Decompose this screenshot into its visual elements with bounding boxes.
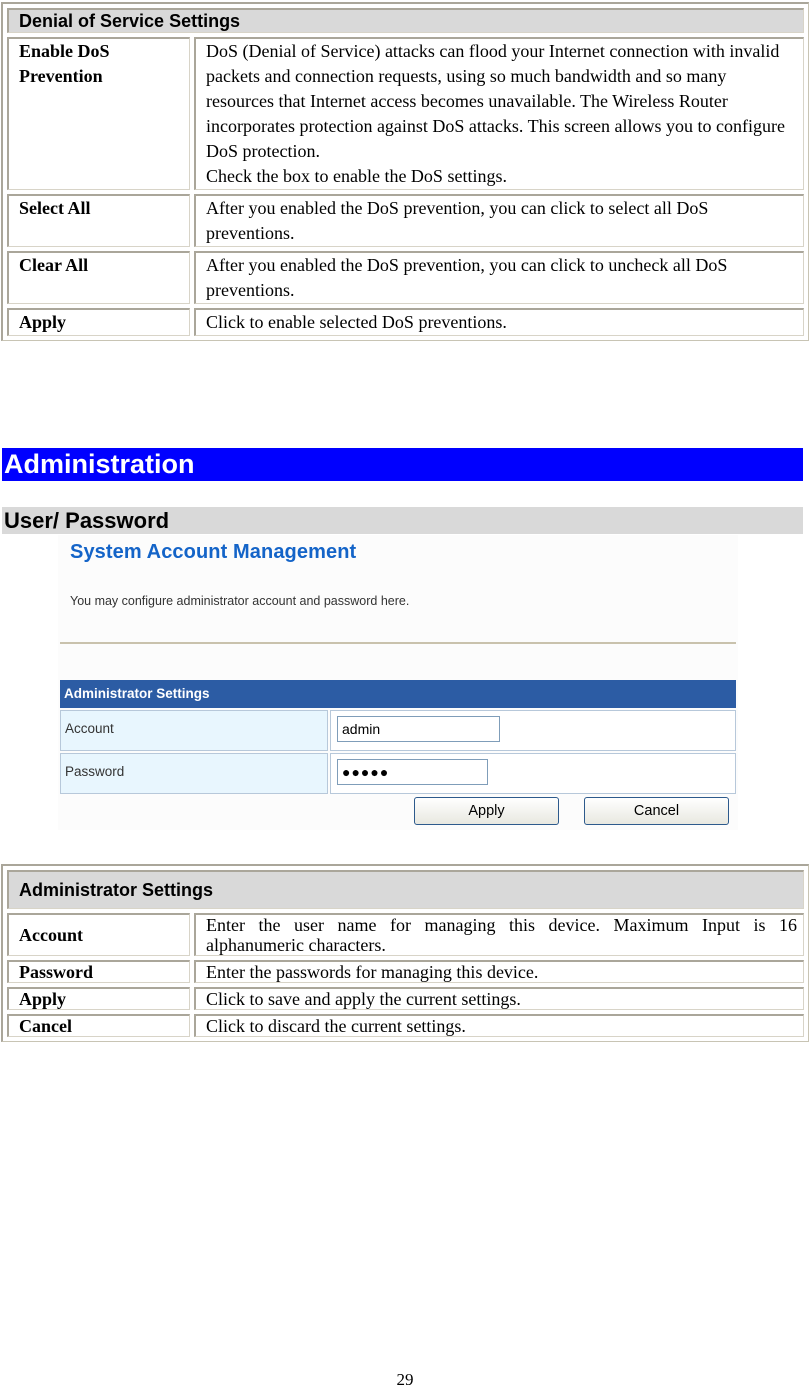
account-row: Account admin (60, 710, 736, 751)
administrator-settings-table: Administrator Settings Account Enter the… (1, 864, 809, 1042)
row-description-text-2: Check the box to enable the DoS settings… (206, 166, 507, 186)
row-label: Cancel (7, 1014, 190, 1037)
row-label: Select All (7, 194, 190, 247)
password-row: Password ●●●●● (60, 753, 736, 794)
password-label: Password (60, 753, 328, 794)
table-row: Clear All After you enabled the DoS prev… (7, 251, 804, 304)
screenshot-subtitle: You may configure administrator account … (70, 594, 410, 608)
row-label: Apply (7, 308, 190, 336)
settings-panel-header: Administrator Settings (60, 680, 736, 708)
row-description: Enter the passwords for managing this de… (194, 960, 804, 983)
row-label: Apply (7, 987, 190, 1010)
screenshot-title: System Account Management (70, 541, 357, 563)
table-header: Denial of Service Settings (7, 8, 804, 33)
row-description: Enter the user name for managing this de… (194, 913, 804, 956)
row-label: Enable DoS Prevention (7, 37, 190, 190)
row-label: Account (7, 913, 190, 956)
row-description: Click to enable selected DoS preventions… (194, 308, 804, 336)
row-label: Clear All (7, 251, 190, 304)
table-row: Account Enter the user name for managing… (7, 913, 804, 956)
row-description: After you enabled the DoS prevention, yo… (194, 194, 804, 247)
table-row: Cancel Click to discard the current sett… (7, 1014, 804, 1037)
password-input[interactable]: ●●●●● (337, 759, 488, 785)
row-label: Password (7, 960, 190, 983)
row-description-text: DoS (Denial of Service) attacks can floo… (206, 41, 786, 161)
dos-settings-table: Denial of Service Settings Enable DoS Pr… (1, 2, 809, 341)
table-row: Password Enter the passwords for managin… (7, 960, 804, 983)
section-heading-administration: Administration (2, 448, 803, 481)
apply-button[interactable]: Apply (414, 797, 559, 825)
cancel-button[interactable]: Cancel (584, 797, 729, 825)
table-row: Select All After you enabled the DoS pre… (7, 194, 804, 247)
password-value-cell: ●●●●● (330, 753, 736, 794)
table-header-row: Administrator Settings (7, 870, 804, 909)
row-description: After you enabled the DoS prevention, yo… (194, 251, 804, 304)
row-description: DoS (Denial of Service) attacks can floo… (194, 37, 804, 190)
account-label: Account (60, 710, 328, 751)
subsection-heading-user-password: User/ Password (2, 507, 803, 534)
table-header-row: Denial of Service Settings (7, 8, 804, 33)
system-account-screenshot: System Account Management You may config… (58, 535, 738, 830)
divider (60, 642, 736, 644)
table-row: Apply Click to save and apply the curren… (7, 987, 804, 1010)
table-header: Administrator Settings (7, 870, 804, 909)
account-value-cell: admin (330, 710, 736, 751)
table-row: Enable DoS Prevention DoS (Denial of Ser… (7, 37, 804, 190)
table-row: Apply Click to enable selected DoS preve… (7, 308, 804, 336)
administrator-settings-panel: Administrator Settings Account admin Pas… (60, 680, 736, 794)
row-description: Click to discard the current settings. (194, 1014, 804, 1037)
page-number: 29 (396, 1370, 414, 1389)
row-description: Click to save and apply the current sett… (194, 987, 804, 1010)
account-input[interactable]: admin (337, 716, 500, 742)
